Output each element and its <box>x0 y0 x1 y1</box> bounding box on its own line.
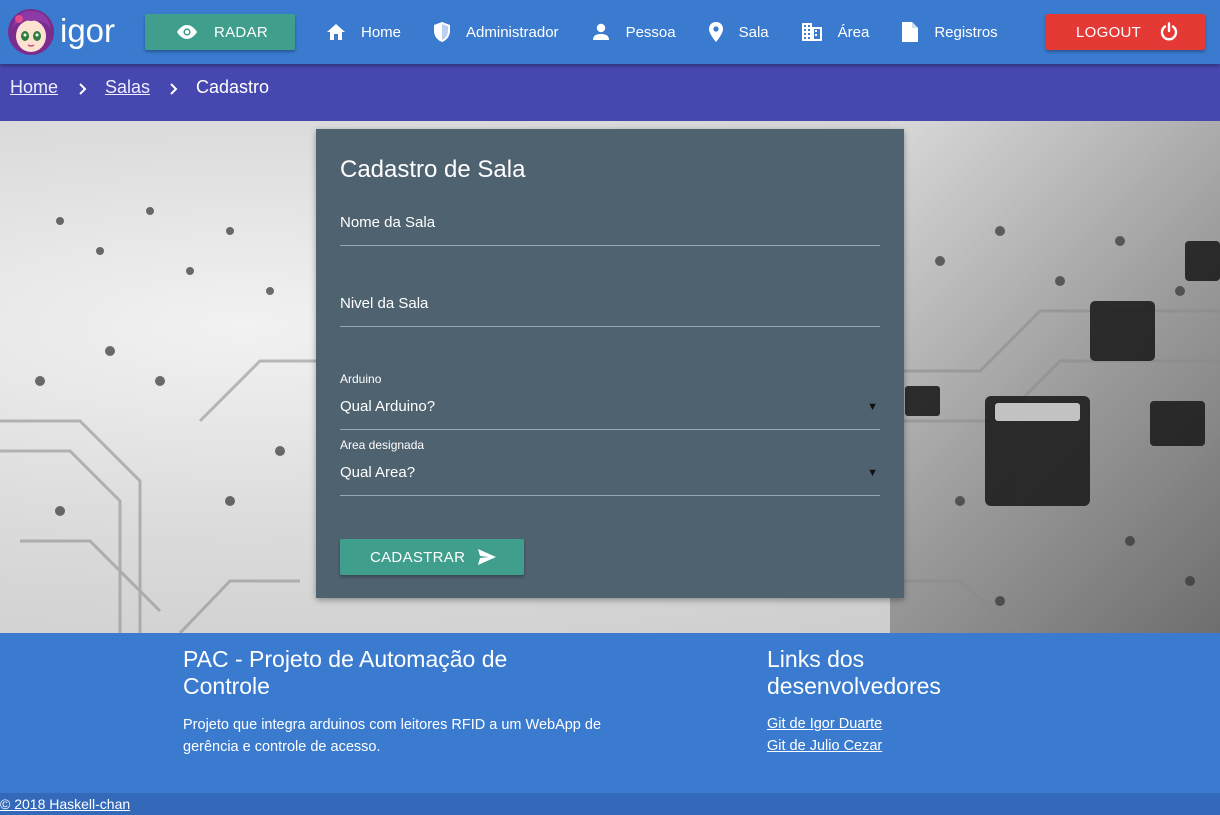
send-icon <box>478 549 497 565</box>
area-designada-label: Area designada <box>340 438 425 452</box>
footer-description: Projeto que integra arduinos com leitore… <box>183 717 602 755</box>
nav-menu: Home Administrador Pessoa Sala Área Regi… <box>326 0 1030 64</box>
avatar <box>8 9 54 55</box>
nav-item-label: Pessoa <box>625 23 676 41</box>
home-icon <box>327 24 345 40</box>
caret-down-icon: ▼ <box>867 401 878 413</box>
area-select-value: Qual Area? <box>340 464 416 481</box>
breadcrumb-salas-link[interactable]: Salas <box>105 77 150 98</box>
logout-button[interactable]: LOGOUT <box>1046 14 1205 50</box>
nav-item-area[interactable]: Área <box>801 22 870 42</box>
footer-links-title: Links dos desenvolvedores <box>767 646 941 699</box>
power-icon <box>1160 22 1178 41</box>
nav-item-administrador[interactable]: Administrador <box>433 21 559 43</box>
nav-item-sala[interactable]: Sala <box>708 21 769 43</box>
nav-item-label: Área <box>837 23 870 41</box>
nav-item-label: Sala <box>738 23 769 41</box>
nav-item-registros[interactable]: Registros <box>901 21 998 43</box>
cadastrar-button[interactable]: CADASTRAR <box>340 539 524 575</box>
nivel-da-sala-label: Nivel da Sala <box>340 295 429 312</box>
document-icon <box>902 22 919 42</box>
navbar: igor RADAR Home Administrador Pessoa Sal… <box>0 0 1220 64</box>
arduino-select-value: Qual Arduino? <box>340 398 436 415</box>
nivel-da-sala-input[interactable]: Nivel da Sala <box>340 288 880 327</box>
shield-icon <box>434 22 451 42</box>
cadastrar-label: CADASTRAR <box>370 548 466 566</box>
breadcrumb: Home Salas Cadastro <box>0 64 1220 121</box>
form-title: Cadastro de Sala <box>340 156 526 183</box>
nome-da-sala-label: Nome da Sala <box>340 214 436 231</box>
nav-item-pessoa[interactable]: Pessoa <box>591 23 676 41</box>
radar-button[interactable]: RADAR <box>145 14 295 50</box>
chevron-right-icon <box>170 83 178 95</box>
nav-item-label: Home <box>361 23 402 41</box>
caret-down-icon: ▼ <box>867 467 878 479</box>
nav-item-home[interactable]: Home <box>326 23 401 41</box>
person-icon <box>592 23 609 40</box>
cadastro-form-card: Cadastro de Sala Nome da Sala Nivel da S… <box>316 129 904 598</box>
arduino-select[interactable]: Qual Arduino? ▼ <box>340 389 880 430</box>
area-select[interactable]: Qual Area? ▼ <box>340 455 880 496</box>
building-icon <box>801 23 822 41</box>
logout-label: LOGOUT <box>1076 23 1142 41</box>
arduino-label: Arduino <box>340 372 382 386</box>
copyright-bar: © 2018 Haskell-chan <box>0 793 1220 815</box>
breadcrumb-current: Cadastro <box>196 77 270 97</box>
git-igor-link[interactable]: Git de Igor Duarte <box>767 716 882 732</box>
footer: PAC - Projeto de Automação de Controle P… <box>0 633 1220 793</box>
footer-title: PAC - Projeto de Automação de Controle <box>183 646 508 699</box>
breadcrumb-home-link[interactable]: Home <box>10 77 58 98</box>
brand-text: igor <box>60 12 116 49</box>
location-pin-icon <box>708 22 723 42</box>
nav-item-label: Administrador <box>466 23 559 41</box>
git-julio-link[interactable]: Git de Julio Cezar <box>767 738 882 754</box>
eye-icon <box>177 25 197 39</box>
chevron-right-icon <box>79 83 87 95</box>
nav-item-label: Registros <box>934 23 998 41</box>
radar-label: RADAR <box>214 23 269 41</box>
nome-da-sala-input[interactable]: Nome da Sala <box>340 207 880 246</box>
brand-logo[interactable]: igor <box>6 4 115 60</box>
copyright-text[interactable]: © 2018 Haskell-chan <box>0 796 130 812</box>
